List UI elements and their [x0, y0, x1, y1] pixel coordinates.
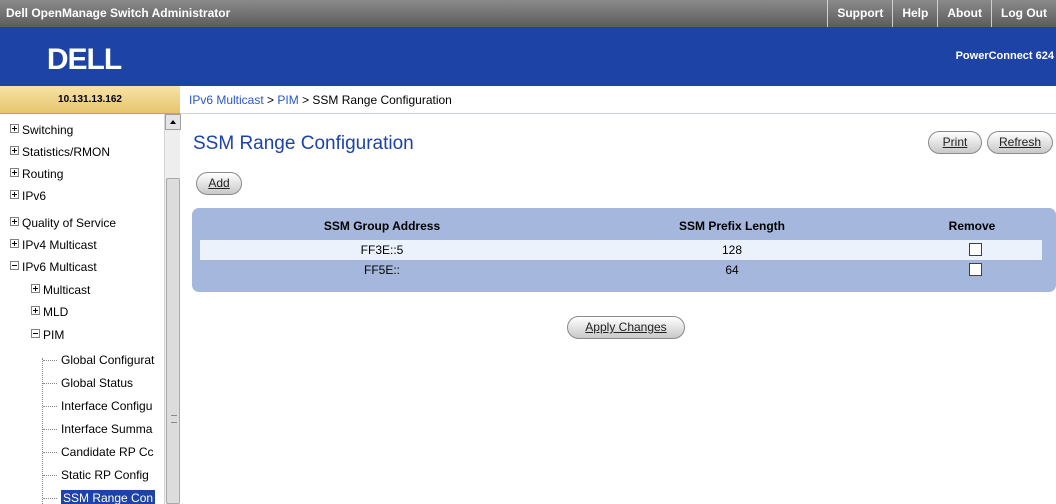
scroll-thumb[interactable] — [166, 178, 180, 504]
sidebar-item-ipv4-multicast[interactable]: IPv4 Multicast — [10, 235, 97, 255]
support-link[interactable]: Support — [827, 0, 892, 27]
ssm-prefix-length-cell: 128 — [721, 243, 743, 257]
breadcrumb-ipv6-multicast[interactable]: IPv6 Multicast — [189, 93, 264, 107]
banner: DELL PowerConnect 624 — [0, 27, 1056, 86]
sidebar-item-label: Switching — [22, 123, 74, 137]
sidebar-scrollbar[interactable] — [164, 114, 181, 504]
sidebar-item-statistics-rmon[interactable]: Statistics/RMON — [10, 142, 110, 162]
sidebar-item-ipv6[interactable]: IPv6 — [10, 186, 46, 206]
sidebar-item-global-status[interactable]: Global Status — [43, 373, 133, 393]
app-title: Dell OpenManage Switch Administrator — [6, 6, 231, 20]
sidebar-item-label: Statistics/RMON — [22, 145, 111, 159]
sidebar-item-label: Interface Summa — [61, 422, 153, 436]
dell-logo: DELL — [47, 43, 123, 75]
logout-link[interactable]: Log Out — [991, 0, 1056, 27]
sidebar-item-label: Candidate RP Cc — [61, 445, 154, 459]
sidebar-item-multicast[interactable]: Multicast — [31, 280, 90, 300]
expand-icon[interactable] — [10, 217, 19, 227]
scroll-up-arrow-icon[interactable] — [165, 114, 181, 130]
expand-icon[interactable] — [10, 239, 19, 249]
sidebar-item-label: Static RP Config — [61, 468, 149, 482]
product-name: PowerConnect 624 — [955, 50, 1054, 62]
tree-connector — [43, 360, 57, 362]
add-button[interactable]: Add — [196, 172, 242, 195]
sidebar-item-label: Global Configurat — [61, 353, 155, 367]
ssm-prefix-length-cell: 64 — [725, 263, 739, 277]
ssm-range-table: SSM Group Address SSM Prefix Length Remo… — [192, 208, 1056, 292]
sidebar-item-label: IPv4 Multicast — [22, 238, 97, 252]
sidebar-item-candidate-rp[interactable]: Candidate RP Cc — [43, 442, 154, 462]
collapse-icon[interactable] — [10, 261, 19, 271]
sidebar-item-label: IPv6 — [22, 189, 47, 203]
expand-icon[interactable] — [31, 306, 40, 316]
header-remove: Remove — [948, 219, 996, 233]
sidebar-item-mld[interactable]: MLD — [31, 302, 68, 322]
sidebar-item-label: MLD — [43, 305, 69, 319]
sidebar-item-pim[interactable]: PIM — [31, 325, 64, 345]
about-link[interactable]: About — [937, 0, 991, 27]
print-button[interactable]: Print — [928, 131, 982, 154]
grip-icon — [171, 415, 177, 423]
sidebar-item-label: IPv6 Multicast — [22, 260, 97, 274]
sidebar-item-label: Global Status — [61, 376, 134, 390]
table-row: FF5E:: 64 — [200, 260, 1042, 280]
ssm-group-address-cell: FF5E:: — [363, 263, 400, 277]
sidebar-item-static-rp-config[interactable]: Static RP Config — [43, 465, 149, 485]
sidebar-item-interface-configuration[interactable]: Interface Configu — [43, 396, 152, 416]
dell-logo-text: DELL — [47, 43, 122, 75]
sidebar-item-label: SSM Range Con — [61, 490, 156, 504]
table-row: FF3E::5 128 — [200, 240, 1042, 260]
remove-checkbox[interactable] — [969, 263, 982, 276]
breadcrumb-separator: > — [298, 93, 313, 107]
header-ssm-group-address: SSM Group Address — [323, 219, 441, 233]
sidebar-item-ssm-range-config[interactable]: SSM Range Con — [43, 488, 156, 504]
breadcrumb-current: SSM Range Configuration — [312, 93, 452, 107]
sidebar-tree: Switching Statistics/RMON Routing IPv6 Q… — [0, 114, 180, 504]
sidebar-item-interface-summary[interactable]: Interface Summa — [43, 419, 152, 439]
tree-connector — [43, 383, 57, 385]
header-ssm-prefix-length: SSM Prefix Length — [678, 219, 785, 233]
sidebar-item-label: PIM — [43, 328, 65, 342]
sidebar-item-label: Quality of Service — [22, 216, 117, 230]
help-link[interactable]: Help — [892, 0, 937, 27]
remove-checkbox[interactable] — [969, 243, 982, 256]
refresh-button[interactable]: Refresh — [987, 131, 1053, 154]
tree-connector — [43, 498, 57, 500]
ssm-group-address-cell: FF3E::5 — [360, 243, 404, 257]
expand-icon[interactable] — [10, 146, 19, 156]
top-links: Support Help About Log Out — [827, 0, 1056, 27]
tree-connector — [43, 429, 57, 431]
sidebar-item-switching[interactable]: Switching — [10, 120, 73, 140]
expand-icon[interactable] — [10, 124, 19, 134]
breadcrumb: IPv6 Multicast > PIM > SSM Range Configu… — [180, 86, 1056, 114]
top-bar: Dell OpenManage Switch Administrator Sup… — [0, 0, 1056, 27]
sidebar-item-routing[interactable]: Routing — [10, 164, 63, 184]
expand-icon[interactable] — [10, 168, 19, 178]
collapse-icon[interactable] — [31, 329, 40, 339]
sidebar-item-label: Interface Configu — [61, 399, 153, 413]
tree-connector — [43, 406, 57, 408]
breadcrumb-pim[interactable]: PIM — [277, 93, 298, 107]
page-title: SSM Range Configuration — [193, 133, 414, 154]
tree-connector — [43, 475, 57, 477]
sidebar-item-label: Routing — [22, 167, 64, 181]
apply-changes-button[interactable]: Apply Changes — [567, 316, 685, 339]
sidebar-item-quality-of-service[interactable]: Quality of Service — [10, 213, 116, 233]
sidebar-item-ipv6-multicast[interactable]: IPv6 Multicast — [10, 257, 97, 277]
sidebar-item-global-configuration[interactable]: Global Configurat — [43, 350, 154, 370]
breadcrumb-separator: > — [263, 93, 278, 107]
tree-connector — [43, 452, 57, 454]
sidebar-item-label: Multicast — [43, 283, 91, 297]
expand-icon[interactable] — [10, 190, 19, 200]
expand-icon[interactable] — [31, 284, 40, 294]
ip-address: 10.131.13.162 — [0, 86, 180, 114]
